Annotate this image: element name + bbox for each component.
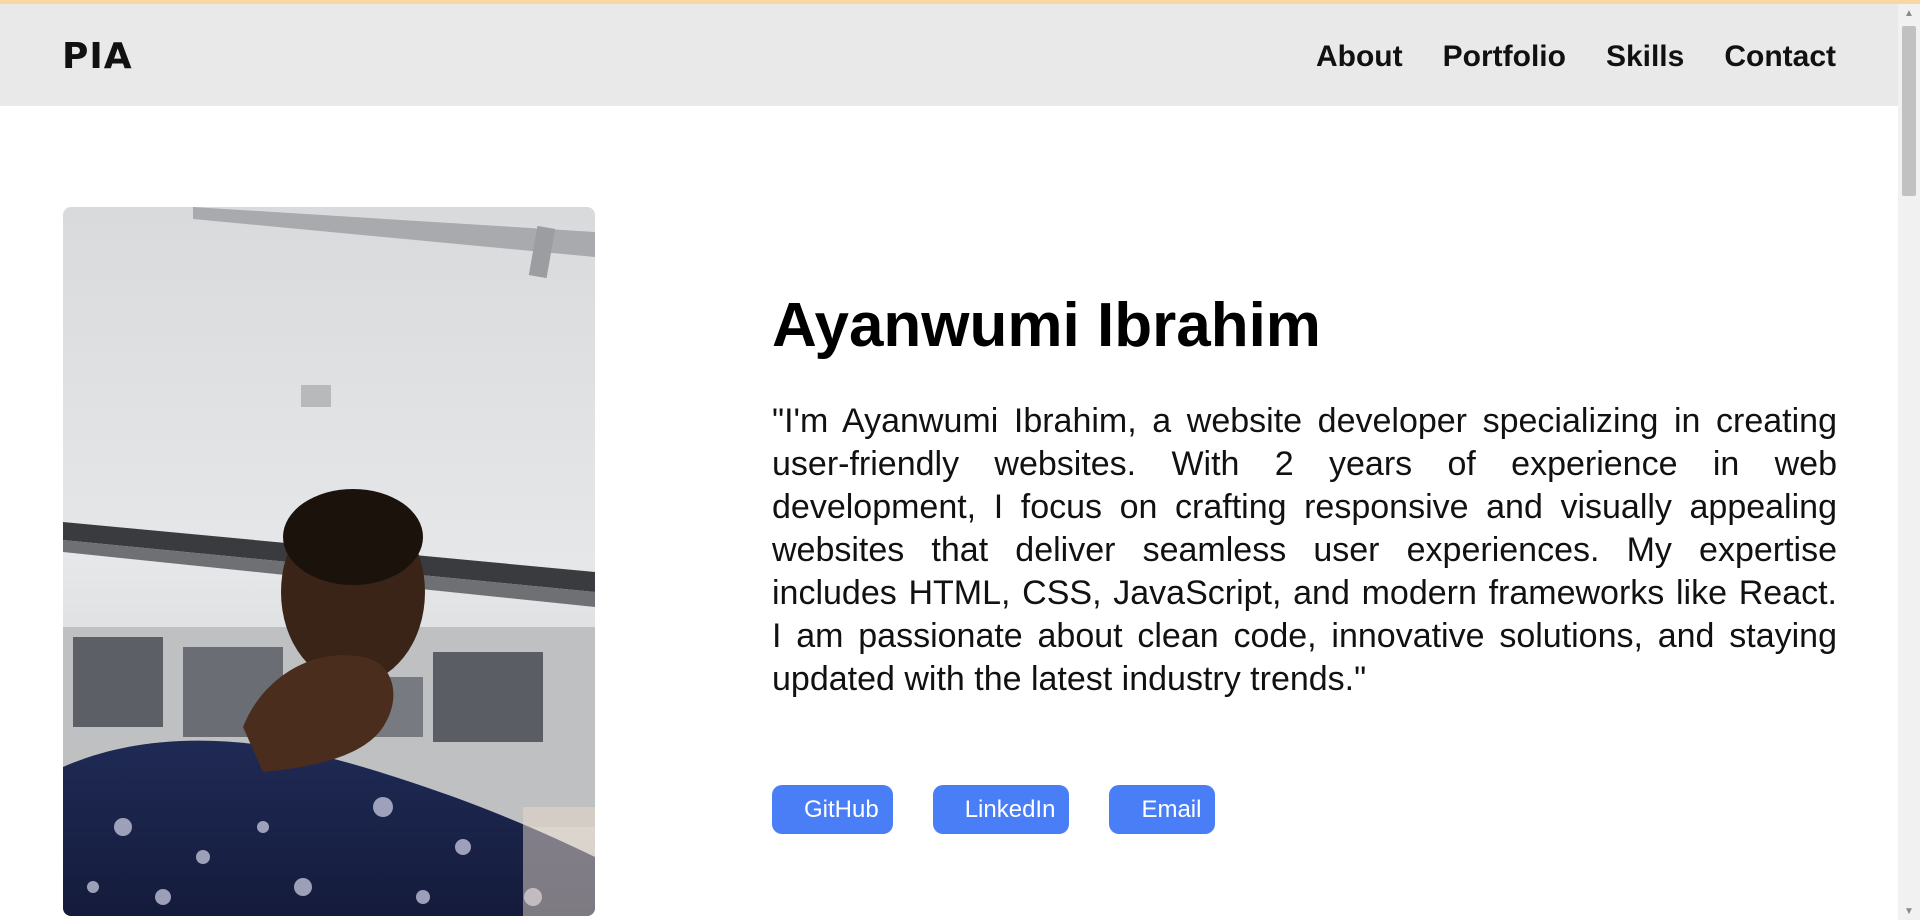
hero-name: Ayanwumi Ibrahim: [772, 291, 1321, 360]
navbar: PIA About Portfolio Skills Contact: [0, 4, 1898, 106]
hero-bio: "I'm Ayanwumi Ibrahim, a website develop…: [772, 402, 1837, 698]
social-links: GitHub LinkedIn Email: [772, 785, 1216, 834]
nav-link-about[interactable]: About: [1316, 40, 1403, 74]
profile-photo: [63, 207, 595, 916]
site-logo[interactable]: PIA: [62, 36, 133, 77]
nav-link-contact[interactable]: Contact: [1724, 40, 1836, 74]
scroll-down-arrow-icon[interactable]: ▼: [1898, 902, 1920, 920]
linkedin-button[interactable]: LinkedIn: [932, 785, 1070, 834]
nav-link-skills[interactable]: Skills: [1606, 40, 1684, 74]
profile-photo-image: [63, 207, 595, 916]
nav-link-portfolio[interactable]: Portfolio: [1443, 40, 1566, 74]
nav-links: About Portfolio Skills Contact: [1316, 40, 1836, 74]
scroll-up-arrow-icon[interactable]: ▲: [1898, 4, 1920, 22]
github-button[interactable]: GitHub: [772, 785, 893, 834]
email-button[interactable]: Email: [1109, 785, 1216, 834]
vertical-scrollbar[interactable]: ▲ ▼: [1898, 4, 1920, 920]
scroll-thumb[interactable]: [1902, 26, 1916, 196]
